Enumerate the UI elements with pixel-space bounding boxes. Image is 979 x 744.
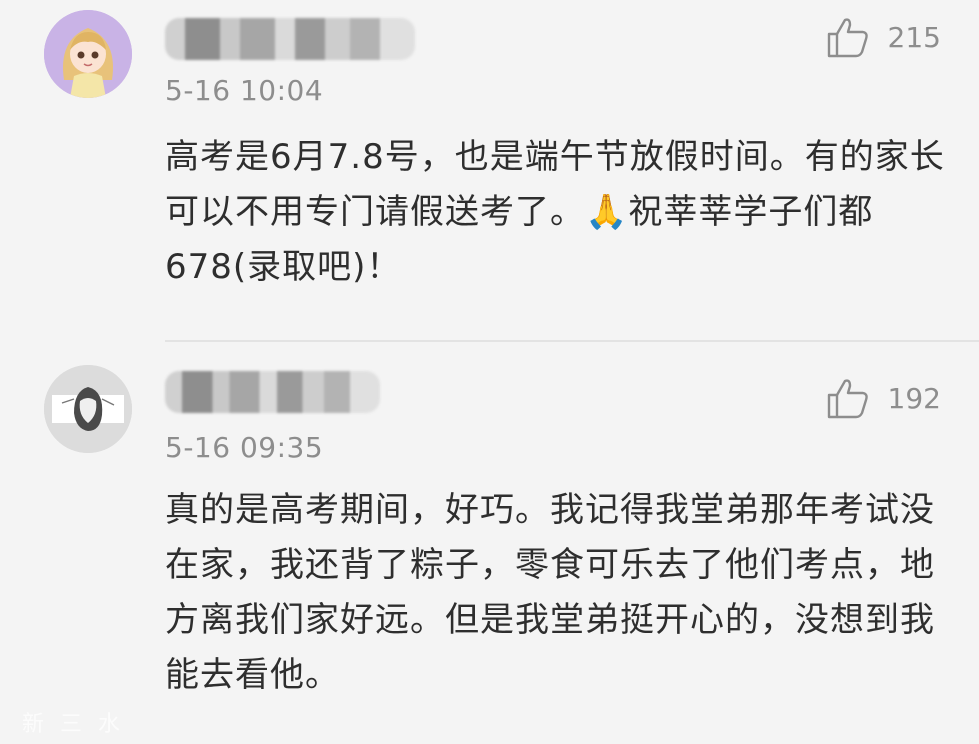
comment-item: 5-16 10:04 215 高考是6月7.8号，也是端午节放假时间。有的家长可… [0,0,979,340]
comment-text: 真的是高考期间，好巧。我记得我堂弟那年考试没在家，我还背了粽子，零食可乐去了他们… [165,490,935,695]
comment-timestamp: 5-16 09:35 [165,431,324,464]
like-count: 215 [887,20,941,54]
comment-text: 高考是6月7.8号，也是端午节放假时间。有的家长可以不用专门请假送考了。🙏祝莘莘… [165,137,945,287]
thumbs-up-icon[interactable] [826,377,870,419]
thumbs-up-icon[interactable] [826,16,870,58]
watermark: 新三水 [22,712,137,737]
comment-divider [165,340,979,342]
cartoon-girl-avatar-icon [44,10,132,98]
comment-item: 5-16 09:35 192 真的是高考期间，好巧。我记得我堂弟那年考试没在家，… [0,343,979,744]
sketch-portrait-avatar-icon [44,365,132,453]
comment-timestamp: 5-16 10:04 [165,74,324,107]
like-button[interactable]: 215 [826,16,941,58]
username-redacted[interactable] [165,18,415,60]
like-button[interactable]: 192 [826,377,941,419]
avatar[interactable] [44,365,132,453]
username-redacted[interactable] [165,371,380,413]
like-count: 192 [887,381,941,415]
avatar[interactable] [44,10,132,98]
